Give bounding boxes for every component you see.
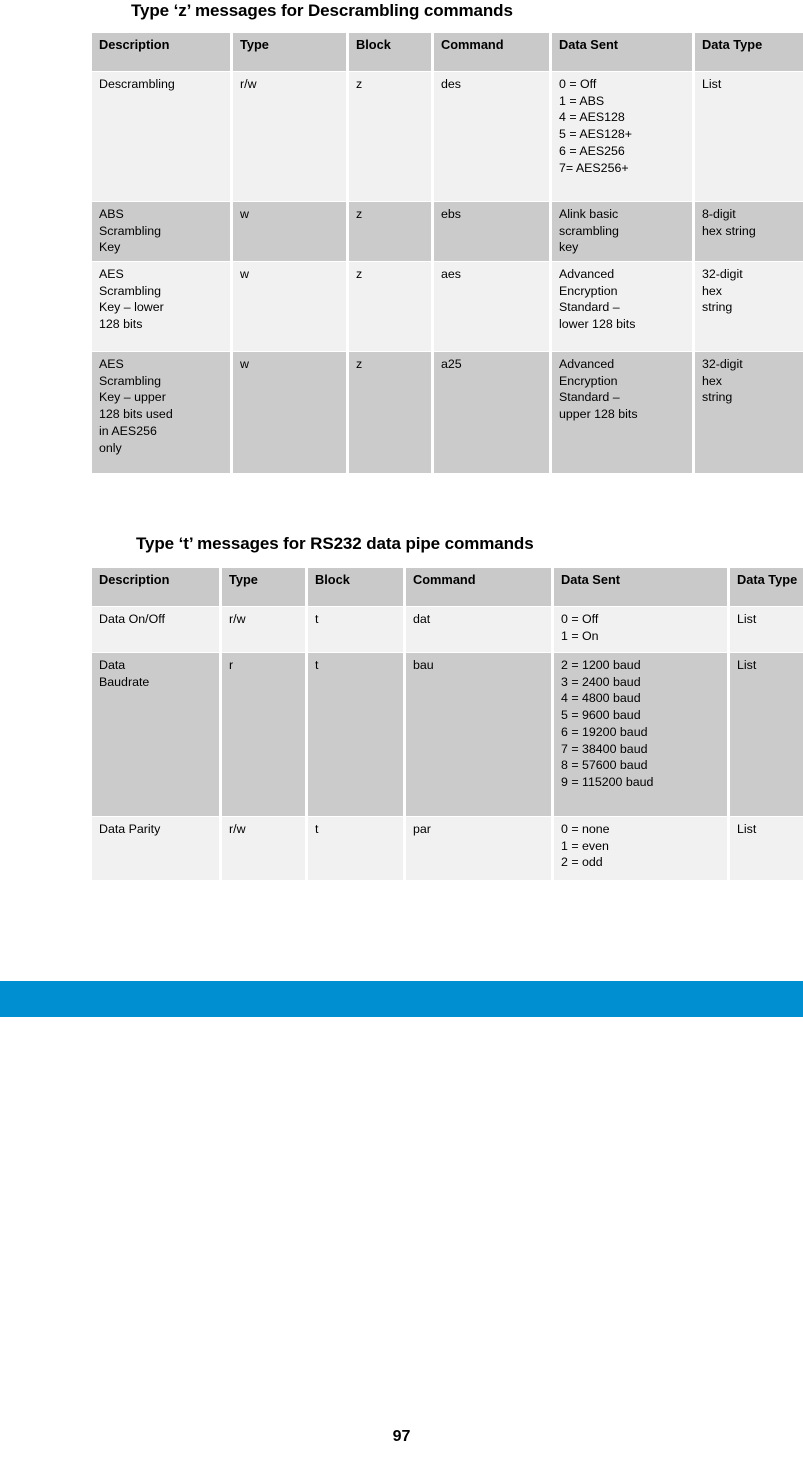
cell-block: z (349, 202, 431, 261)
column-header-data-sent: Data Sent (554, 568, 727, 606)
table-row: Descrambling r/w z des 0 = Off 1 = ABS 4… (92, 72, 803, 201)
cell-data-sent: 0 = none 1 = even 2 = odd (554, 817, 727, 880)
cell-type: r (222, 653, 305, 816)
cell-data-sent: Alink basic scrambling key (552, 202, 692, 261)
cell-command: par (406, 817, 551, 880)
cell-description: Data On/Off (92, 607, 219, 652)
cell-block: t (308, 607, 403, 652)
table-row: Data Baudrate r t bau 2 = 1200 baud 3 = … (92, 653, 803, 816)
column-header-type: Type (222, 568, 305, 606)
cell-data-sent: 0 = Off 1 = ABS 4 = AES128 5 = AES128+ 6… (552, 72, 692, 201)
cell-block: t (308, 653, 403, 816)
column-header-data-sent: Data Sent (552, 33, 692, 71)
column-header-data-type: Data Type (730, 568, 803, 606)
table-descrambling-commands: Description Type Block Command Data Sent… (89, 32, 803, 474)
cell-block: z (349, 72, 431, 201)
cell-description: AES Scrambling Key – upper 128 bits used… (92, 352, 230, 473)
cell-data-type: List (730, 607, 803, 652)
cell-description: ABS Scrambling Key (92, 202, 230, 261)
table-header-row: Description Type Block Command Data Sent… (92, 33, 803, 71)
table-rs232-data-pipe-commands: Description Type Block Command Data Sent… (89, 567, 803, 881)
cell-description: AES Scrambling Key – lower 128 bits (92, 262, 230, 351)
column-header-description: Description (92, 568, 219, 606)
column-header-data-type: Data Type (695, 33, 803, 71)
cell-description: Data Parity (92, 817, 219, 880)
cell-type: w (233, 262, 346, 351)
cell-data-type: 32-digit hex string (695, 352, 803, 473)
table-row: AES Scrambling Key – lower 128 bits w z … (92, 262, 803, 351)
cell-type: w (233, 352, 346, 473)
cell-command: des (434, 72, 549, 201)
cell-type: r/w (222, 817, 305, 880)
cell-data-type: List (730, 653, 803, 816)
column-header-description: Description (92, 33, 230, 71)
cell-block: t (308, 817, 403, 880)
cell-command: bau (406, 653, 551, 816)
cell-data-sent: 0 = Off 1 = On (554, 607, 727, 652)
column-header-command: Command (434, 33, 549, 71)
cell-data-type: List (730, 817, 803, 880)
section-title-descrambling: Type ‘z’ messages for Descrambling comma… (131, 1, 513, 20)
cell-type: r/w (222, 607, 305, 652)
column-header-command: Command (406, 568, 551, 606)
column-header-block: Block (308, 568, 403, 606)
document-page: Type ‘z’ messages for Descrambling comma… (0, 0, 803, 1458)
cell-data-sent: Advanced Encryption Standard – upper 128… (552, 352, 692, 473)
cell-data-type: 32-digit hex string (695, 262, 803, 351)
section-title-data-pipe: Type ‘t’ messages for RS232 data pipe co… (136, 534, 534, 553)
cell-data-type: 8-digit hex string (695, 202, 803, 261)
cell-description: Data Baudrate (92, 653, 219, 816)
page-number: 97 (392, 1428, 411, 1445)
cell-command: a25 (434, 352, 549, 473)
column-header-block: Block (349, 33, 431, 71)
cell-type: r/w (233, 72, 346, 201)
cell-data-sent: Advanced Encryption Standard – lower 128… (552, 262, 692, 351)
cell-type: w (233, 202, 346, 261)
table-body: Descrambling r/w z des 0 = Off 1 = ABS 4… (92, 72, 803, 473)
table-row: Data Parity r/w t par 0 = none 1 = even … (92, 817, 803, 880)
table-header-row: Description Type Block Command Data Sent… (92, 568, 803, 606)
table-row: AES Scrambling Key – upper 128 bits used… (92, 352, 803, 473)
cell-command: ebs (434, 202, 549, 261)
table-row: Data On/Off r/w t dat 0 = Off 1 = On Lis… (92, 607, 803, 652)
column-header-type: Type (233, 33, 346, 71)
table-row: ABS Scrambling Key w z ebs Alink basic s… (92, 202, 803, 261)
cell-description: Descrambling (92, 72, 230, 201)
table-body: Data On/Off r/w t dat 0 = Off 1 = On Lis… (92, 607, 803, 880)
cell-data-type: List (695, 72, 803, 201)
cell-command: aes (434, 262, 549, 351)
cell-data-sent: 2 = 1200 baud 3 = 2400 baud 4 = 4800 bau… (554, 653, 727, 816)
blue-footer-banner (0, 981, 803, 1017)
cell-block: z (349, 352, 431, 473)
cell-command: dat (406, 607, 551, 652)
cell-block: z (349, 262, 431, 351)
